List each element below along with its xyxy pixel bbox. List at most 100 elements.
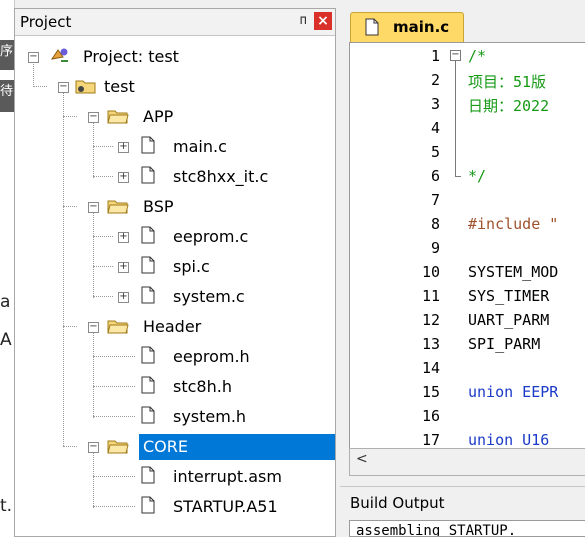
code-line[interactable]: 6 */ [350, 167, 585, 191]
code-line[interactable]: 13 SPI_PARM [350, 335, 585, 359]
code-line[interactable]: 5 [350, 143, 585, 167]
editor-tab-bar: main.c [340, 8, 585, 43]
collapse-toggle-app[interactable]: − [88, 112, 99, 123]
code-line[interactable]: 3 日期：2022 [350, 95, 585, 119]
line-number: 17 [421, 431, 440, 449]
project-panel-title: Project [20, 13, 72, 31]
folder-icon [107, 320, 129, 334]
code-line[interactable]: 2 项目：51版 [350, 71, 585, 95]
line-number: 10 [421, 263, 440, 281]
code-text: UART_PARM [468, 311, 559, 329]
collapse-toggle-project[interactable]: − [28, 52, 39, 63]
line-number: 12 [421, 311, 440, 329]
collapse-toggle-core[interactable]: − [88, 442, 99, 453]
code-line[interactable]: 4 [350, 119, 585, 143]
tree-file-system-h[interactable]: system.h [169, 406, 250, 428]
tree-group-core[interactable]: CORE [139, 434, 335, 460]
code-line[interactable]: 15 union EEPR [350, 383, 585, 407]
line-number: 16 [421, 407, 440, 425]
line-number: 11 [421, 287, 440, 305]
tree-file-eeprom-h[interactable]: eeprom.h [169, 346, 254, 368]
tree-file-interrupt-asm[interactable]: interrupt.asm [169, 466, 286, 488]
line-number: 8 [430, 215, 440, 233]
expand-toggle-stc8hxx-it-c[interactable]: + [118, 172, 129, 183]
background-label-1: 序 [0, 40, 14, 70]
background-text-a: a [0, 292, 11, 312]
project-panel-header: Project ᴨ × [15, 9, 335, 36]
code-line[interactable]: 9 [350, 239, 585, 263]
tree-group-bsp[interactable]: BSP [139, 196, 178, 218]
code-line[interactable]: 1 /* [350, 47, 585, 71]
file-icon [141, 226, 155, 244]
line-number: 5 [430, 143, 440, 161]
tree-file-main-c[interactable]: main.c [169, 136, 231, 158]
build-output-text: assembling STARTUP. [356, 523, 517, 537]
scroll-left-icon[interactable]: < [356, 451, 368, 467]
tree-group-app[interactable]: APP [139, 106, 177, 128]
tab-label: main.c [393, 18, 450, 36]
file-icon [141, 376, 155, 394]
code-text: SPI_PARM [468, 335, 559, 353]
folder-icon [107, 200, 129, 214]
background-text-A: A [0, 330, 12, 350]
code-text: 项目：51版 [468, 73, 547, 91]
tree-file-system-c[interactable]: system.c [169, 286, 249, 308]
expand-toggle-eeprom-c[interactable]: + [118, 232, 129, 243]
line-number: 13 [421, 335, 440, 353]
project-tree: − Project: test − test − APP + main.c + … [15, 36, 335, 536]
code-text: union EEPR [468, 383, 559, 401]
build-output-panel: Build Output assembling STARTUP. [340, 486, 585, 537]
file-icon [141, 466, 155, 484]
build-output-title: Build Output [350, 494, 445, 512]
code-line[interactable]: 12 UART_PARM [350, 311, 585, 335]
code-line[interactable]: 8 #include " [350, 215, 585, 239]
tree-item-target[interactable]: test [100, 76, 139, 98]
tree-group-header[interactable]: Header [139, 316, 205, 338]
expand-toggle-main-c[interactable]: + [118, 142, 129, 153]
project-icon [50, 48, 68, 62]
code-line[interactable]: 16 [350, 407, 585, 431]
code-text: #include " [468, 215, 559, 233]
code-text: SYSTEM_MOD [468, 263, 559, 281]
build-output-body[interactable]: assembling STARTUP. [349, 520, 585, 537]
collapse-toggle-header[interactable]: − [88, 322, 99, 333]
file-icon [141, 136, 155, 154]
expand-toggle-system-c[interactable]: + [118, 292, 129, 303]
tree-file-eeprom-c[interactable]: eeprom.c [169, 226, 252, 248]
background-window-strip: 序 待 a A t. [0, 0, 15, 537]
close-panel-button[interactable]: × [314, 12, 332, 30]
file-icon [141, 166, 155, 184]
editor-area: main.c − 1/* 2 项目：51版 3 日期：2022 4 5 6 */7 8 #inclu… [340, 8, 585, 478]
tree-file-stc8hxx-it-c[interactable]: stc8hxx_it.c [169, 166, 272, 188]
background-label-2: 待 [0, 80, 14, 112]
line-number: 4 [430, 119, 440, 137]
collapse-toggle-bsp[interactable]: − [88, 202, 99, 213]
file-icon [141, 346, 155, 364]
code-line[interactable]: 10 SYSTEM_MOD [350, 263, 585, 287]
tree-item-project[interactable]: Project: test [79, 46, 183, 68]
code-line[interactable]: 14 [350, 359, 585, 383]
line-number: 14 [421, 359, 440, 377]
line-number: 1 [430, 47, 440, 65]
line-number: 9 [430, 239, 440, 257]
line-number: 7 [430, 191, 440, 209]
pin-icon[interactable]: ᴨ [300, 13, 307, 28]
code-line[interactable]: 11 SYS_TIMER [350, 287, 585, 311]
folder-icon [107, 440, 129, 454]
tree-file-spi-c[interactable]: spi.c [169, 256, 214, 278]
tree-file-stc8h-h[interactable]: stc8h.h [169, 376, 236, 398]
code-line[interactable]: 7 [350, 191, 585, 215]
code-text: */ [468, 167, 487, 185]
tab-main-c[interactable]: main.c [350, 12, 464, 43]
collapse-toggle-target[interactable]: − [58, 82, 69, 93]
file-icon [141, 256, 155, 274]
horizontal-scrollbar[interactable]: < [349, 448, 585, 476]
expand-toggle-spi-c[interactable]: + [118, 262, 129, 273]
file-icon [141, 406, 155, 424]
code-editor[interactable]: − 1/* 2 项目：51版 3 日期：2022 4 5 6 */7 8 #include " 9 10… [349, 42, 585, 450]
tree-file-startup-a51[interactable]: STARTUP.A51 [169, 496, 282, 518]
background-text-t: t. [0, 496, 13, 516]
line-number: 3 [430, 95, 440, 113]
project-panel: Project ᴨ × − Project: test − test − APP… [14, 8, 336, 537]
file-icon [365, 18, 379, 36]
